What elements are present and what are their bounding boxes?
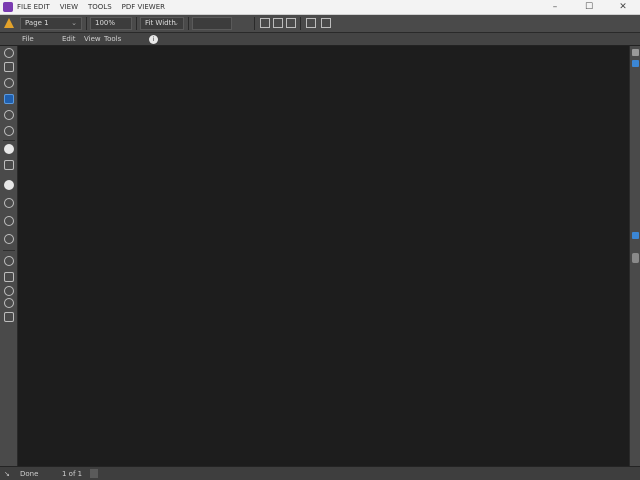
toolbar-divider [136, 17, 137, 30]
tool-divider [3, 250, 15, 251]
page-select[interactable]: Page 1 ⌄ [20, 17, 82, 30]
secondary-toolbar: File Edit View Tools i [0, 33, 640, 46]
zoom-tool-icon[interactable] [4, 78, 14, 88]
settings-field[interactable] [192, 17, 232, 30]
menu-bar: FILE EDIT VIEW TOOLS PDF VIEWER [17, 3, 165, 11]
toolbar2-item-edit[interactable]: Edit [62, 35, 76, 43]
menu-file-edit[interactable]: FILE EDIT [17, 3, 50, 11]
copy-icon[interactable] [273, 18, 283, 28]
chevron-down-icon: ⌄ [71, 19, 77, 27]
menu-tools[interactable]: TOOLS [88, 3, 112, 11]
zoom-field-value: 100% [95, 19, 116, 27]
app-logo-icon [3, 2, 13, 12]
circle-tool-icon[interactable] [4, 144, 14, 154]
target-tool-icon[interactable] [4, 234, 14, 244]
menu-pdf-viewer[interactable]: PDF VIEWER [122, 3, 165, 11]
toolbar-divider [300, 17, 301, 30]
window-controls: – ☐ ✕ [538, 0, 640, 14]
info-icon[interactable]: i [149, 35, 158, 44]
toolbar-divider [254, 17, 255, 30]
status-block [90, 469, 98, 478]
layer-tool-icon[interactable] [4, 312, 14, 322]
zoom-field[interactable]: 100% [90, 17, 132, 30]
shape-tool-icon[interactable] [4, 126, 14, 136]
app-window: FILE EDIT VIEW TOOLS PDF VIEWER – ☐ ✕ Pa… [0, 0, 640, 480]
tool-panel [0, 46, 18, 466]
page-icon[interactable] [286, 18, 296, 28]
toolbar-divider [86, 17, 87, 30]
lasso-tool-icon[interactable] [4, 216, 14, 226]
hand-tool-icon[interactable] [4, 62, 14, 72]
panel-icon[interactable] [632, 49, 639, 56]
minimize-button[interactable]: – [538, 0, 572, 14]
close-button[interactable]: ✕ [606, 0, 640, 14]
warning-icon[interactable] [4, 18, 14, 28]
toolbar2-item-tools[interactable]: Tools [104, 35, 121, 43]
view-mode-select[interactable]: Fit Width ⌄ [140, 17, 184, 30]
scrollbar-thumb[interactable] [632, 253, 639, 263]
link-tool-icon[interactable] [4, 272, 14, 282]
right-panel [629, 46, 640, 466]
clipboard-icon[interactable] [321, 18, 331, 28]
toolbar-divider [188, 17, 189, 30]
title-bar: FILE EDIT VIEW TOOLS PDF VIEWER – ☐ ✕ [0, 0, 640, 15]
text-tool-icon[interactable] [4, 160, 14, 170]
menu-view[interactable]: VIEW [60, 3, 78, 11]
stamp-tool-icon[interactable] [4, 198, 14, 208]
status-bar: ↘ Done 1 of 1 [0, 466, 640, 480]
ring-tool-icon[interactable] [4, 298, 14, 308]
document-canvas[interactable] [18, 46, 629, 466]
main-toolbar: Page 1 ⌄ 100% Fit Width ⌄ [0, 15, 640, 33]
view-mode-value: Fit Width [145, 19, 176, 27]
tool-divider [3, 140, 15, 141]
page-select-value: Page 1 [25, 19, 49, 27]
edit-tool-icon[interactable] [4, 94, 14, 104]
expand-icon[interactable] [632, 232, 639, 239]
toolbar2-item-view[interactable]: View [84, 35, 101, 43]
draw-tool-icon[interactable] [4, 110, 14, 120]
pen-icon[interactable] [306, 18, 316, 28]
clock-icon[interactable] [4, 256, 14, 266]
page-indicator: 1 of 1 [62, 470, 83, 478]
bookmark-icon[interactable] [632, 60, 639, 67]
select-tool-icon[interactable] [4, 48, 14, 58]
status-text: Done [20, 470, 39, 478]
frame-icon[interactable] [260, 18, 270, 28]
fill-tool-icon[interactable] [4, 180, 14, 190]
maximize-button[interactable]: ☐ [572, 0, 606, 14]
settings-tool-icon[interactable] [4, 286, 14, 296]
toolbar2-item-file[interactable]: File [22, 35, 34, 43]
resize-icon[interactable]: ↘ [4, 470, 10, 478]
chevron-down-icon: ⌄ [173, 19, 179, 27]
